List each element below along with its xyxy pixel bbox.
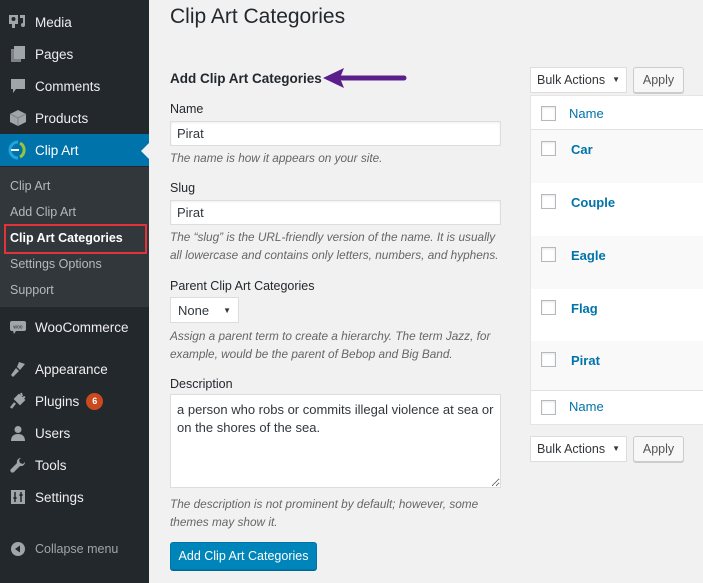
products-icon [8,108,28,128]
column-header-name[interactable]: Name [569,106,604,121]
sidebar-item-label: Products [35,110,89,126]
parent-select-value: None [178,302,210,318]
page-title: Clip Art Categories [170,5,346,28]
sidebar-item-label: Media [35,14,72,30]
table-row: Couple [531,183,703,236]
slug-input[interactable] [170,200,501,225]
row-name-link[interactable]: Couple [571,195,615,210]
sidebar-item-label: Comments [35,78,101,94]
bulk-actions-value: Bulk Actions [537,442,606,456]
row-checkbox[interactable] [541,352,556,367]
sidebar-item-plugins[interactable]: Plugins 6 [0,385,149,417]
sidebar-item-label: WooCommerce [35,319,129,335]
plugins-update-badge: 6 [86,392,104,410]
bulk-actions-select-bottom[interactable]: Bulk Actions ▼ [530,436,627,462]
annotation-highlight-box [4,224,147,254]
settings-icon [8,487,28,507]
row-name-link[interactable]: Car [571,142,593,157]
add-category-button[interactable]: Add Clip Art Categories [170,542,317,570]
table-header: Name [531,96,703,130]
table-row: Pirat [531,341,703,394]
tools-icon [8,455,28,475]
plugins-icon [8,391,28,411]
name-input[interactable] [170,121,501,146]
comments-icon [8,76,28,96]
description-label: Description [170,377,233,391]
submenu-settings-options[interactable]: Settings Options [10,257,102,271]
sidebar-item-products[interactable]: Products [0,102,149,134]
bulk-actions-select-top[interactable]: Bulk Actions ▼ [530,67,627,93]
bulk-actions-value: Bulk Actions [537,73,606,87]
admin-sidebar: Media Pages Comments Products Clip Art C… [0,0,149,583]
chevron-down-icon: ▼ [612,75,620,84]
description-help-text: The description is not prominent by defa… [170,497,479,529]
media-icon [8,12,28,32]
parent-label: Parent Clip Art Categories [170,279,315,293]
sidebar-item-pages[interactable]: Pages [0,38,149,70]
submenu-clip-art[interactable]: Clip Art [10,179,50,193]
sidebar-item-users[interactable]: Users [0,417,149,449]
name-help-text: The name is how it appears on your site. [170,151,383,165]
slug-help-text: The “slug” is the URL-friendly version o… [170,230,499,262]
pages-icon [8,44,28,64]
sidebar-item-label: Clip Art [35,142,79,158]
sidebar-item-woocommerce[interactable]: woo WooCommerce [0,311,149,343]
row-name-link[interactable]: Pirat [571,353,600,368]
sidebar-item-appearance[interactable]: Appearance [0,353,149,385]
sidebar-item-label: Pages [35,46,74,62]
appearance-icon [8,359,28,379]
name-label: Name [170,102,204,116]
row-name-link[interactable]: Flag [571,301,598,316]
chevron-down-icon: ▼ [612,444,620,453]
parent-select[interactable]: None ▼ [170,297,239,323]
table-row: Flag [531,289,703,342]
description-textarea[interactable]: a person who robs or commits illegal vio… [170,394,501,488]
sidebar-item-comments[interactable]: Comments [0,70,149,102]
collapse-menu-label: Collapse menu [35,542,119,556]
column-footer-name[interactable]: Name [569,399,604,414]
submenu-support[interactable]: Support [10,283,54,297]
sidebar-item-label: Users [35,425,71,441]
table-footer: Name [531,390,703,424]
sidebar-item-tools[interactable]: Tools [0,449,149,481]
row-checkbox[interactable] [541,194,556,209]
apply-button-top[interactable]: Apply [633,67,684,93]
select-all-checkbox[interactable] [541,106,556,121]
chevron-down-icon: ▼ [223,306,231,315]
select-all-checkbox-footer[interactable] [541,400,556,415]
annotation-arrow-icon [323,68,407,88]
sidebar-item-clip-art[interactable]: Clip Art [0,134,149,166]
collapse-icon [8,539,28,559]
row-checkbox[interactable] [541,141,556,156]
submenu-add-clip-art[interactable]: Add Clip Art [10,205,76,219]
categories-table: Name Car Couple Eagle Flag Pirat Name [530,95,703,425]
wp-admin-page: Media Pages Comments Products Clip Art C… [0,0,703,583]
sidebar-item-settings[interactable]: Settings [0,481,149,513]
add-category-form-title: Add Clip Art Categories [170,71,322,86]
sidebar-item-label: Appearance [35,361,108,377]
sidebar-item-label: Tools [35,457,67,473]
slug-label: Slug [170,181,196,195]
woocommerce-icon: woo [8,317,28,337]
row-checkbox[interactable] [541,247,556,262]
row-checkbox[interactable] [541,300,556,315]
table-row: Car [531,130,703,183]
sidebar-item-label: Plugins [35,393,80,409]
sidebar-item-label: Settings [35,489,84,505]
collapse-menu-button[interactable]: Collapse menu [0,533,149,565]
users-icon [8,423,28,443]
clip-art-icon [8,140,28,160]
table-row: Eagle [531,236,703,289]
svg-text:woo: woo [13,325,22,331]
parent-help-text: Assign a parent term to create a hierarc… [170,329,491,361]
sidebar-item-media[interactable]: Media [0,6,149,38]
apply-button-bottom[interactable]: Apply [633,436,684,462]
row-name-link[interactable]: Eagle [571,248,606,263]
